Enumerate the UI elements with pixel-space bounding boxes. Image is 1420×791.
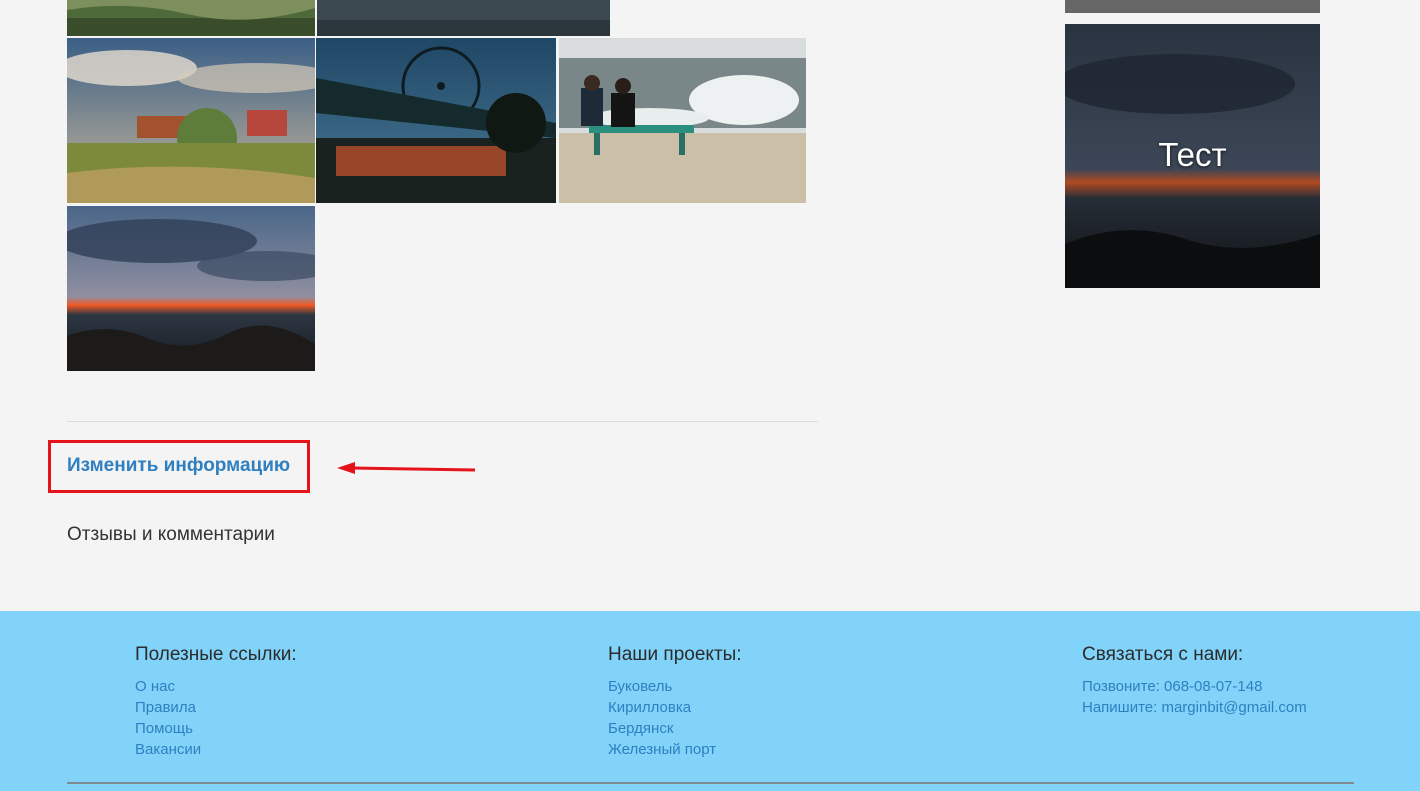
gallery-photo-sea-top[interactable] bbox=[317, 0, 610, 36]
gallery-photo-field-top[interactable] bbox=[67, 0, 315, 36]
footer-contact: Связаться с нами: Позвоните: 068-08-07-1… bbox=[1082, 644, 1307, 718]
gallery-photo-ferris-wheel[interactable] bbox=[316, 38, 556, 203]
footer-projects: Наши проекты: Буковель Кирилловка Бердян… bbox=[608, 644, 742, 760]
footer-link-jobs[interactable]: Вакансии bbox=[135, 739, 297, 760]
footer-link-email[interactable]: Напишите: marginbit@gmail.com bbox=[1082, 697, 1307, 718]
footer-contact-title: Связаться с нами: bbox=[1082, 644, 1244, 665]
footer-link-kirillovka[interactable]: Кирилловка bbox=[608, 697, 742, 718]
footer-link-zhelezny-port[interactable]: Железный порт bbox=[608, 739, 742, 760]
footer-link-bukovel[interactable]: Буковель bbox=[608, 676, 742, 697]
footer-projects-title: Наши проекты: bbox=[608, 644, 742, 665]
footer-link-about[interactable]: О нас bbox=[135, 676, 297, 697]
footer-link-phone[interactable]: Позвоните: 068-08-07-148 bbox=[1082, 676, 1307, 697]
section-divider bbox=[67, 421, 818, 422]
footer-link-rules[interactable]: Правила bbox=[135, 697, 297, 718]
annotation-arrow-icon bbox=[337, 462, 476, 474]
footer-link-berdyansk[interactable]: Бердянск bbox=[608, 718, 742, 739]
annotation-highlight-box bbox=[48, 440, 310, 493]
footer-useful-title: Полезные ссылки: bbox=[135, 644, 297, 665]
gallery-photo-sunset-rocks[interactable] bbox=[67, 206, 315, 371]
gallery-photo-beach-bench[interactable] bbox=[559, 38, 806, 203]
footer-divider bbox=[67, 782, 1354, 784]
footer: Полезные ссылки: О нас Правила Помощь Ва… bbox=[0, 611, 1420, 791]
sidebar-card-test[interactable]: Тест bbox=[1065, 24, 1320, 288]
gallery-photo-village[interactable] bbox=[67, 38, 315, 203]
sidebar-card-label: Тест bbox=[1158, 136, 1227, 173]
footer-useful-links: Полезные ссылки: О нас Правила Помощь Ва… bbox=[135, 644, 297, 760]
sidebar-card-previous[interactable] bbox=[1065, 0, 1320, 13]
footer-link-help[interactable]: Помощь bbox=[135, 718, 297, 739]
reviews-heading: Отзывы и комментарии bbox=[67, 524, 275, 545]
